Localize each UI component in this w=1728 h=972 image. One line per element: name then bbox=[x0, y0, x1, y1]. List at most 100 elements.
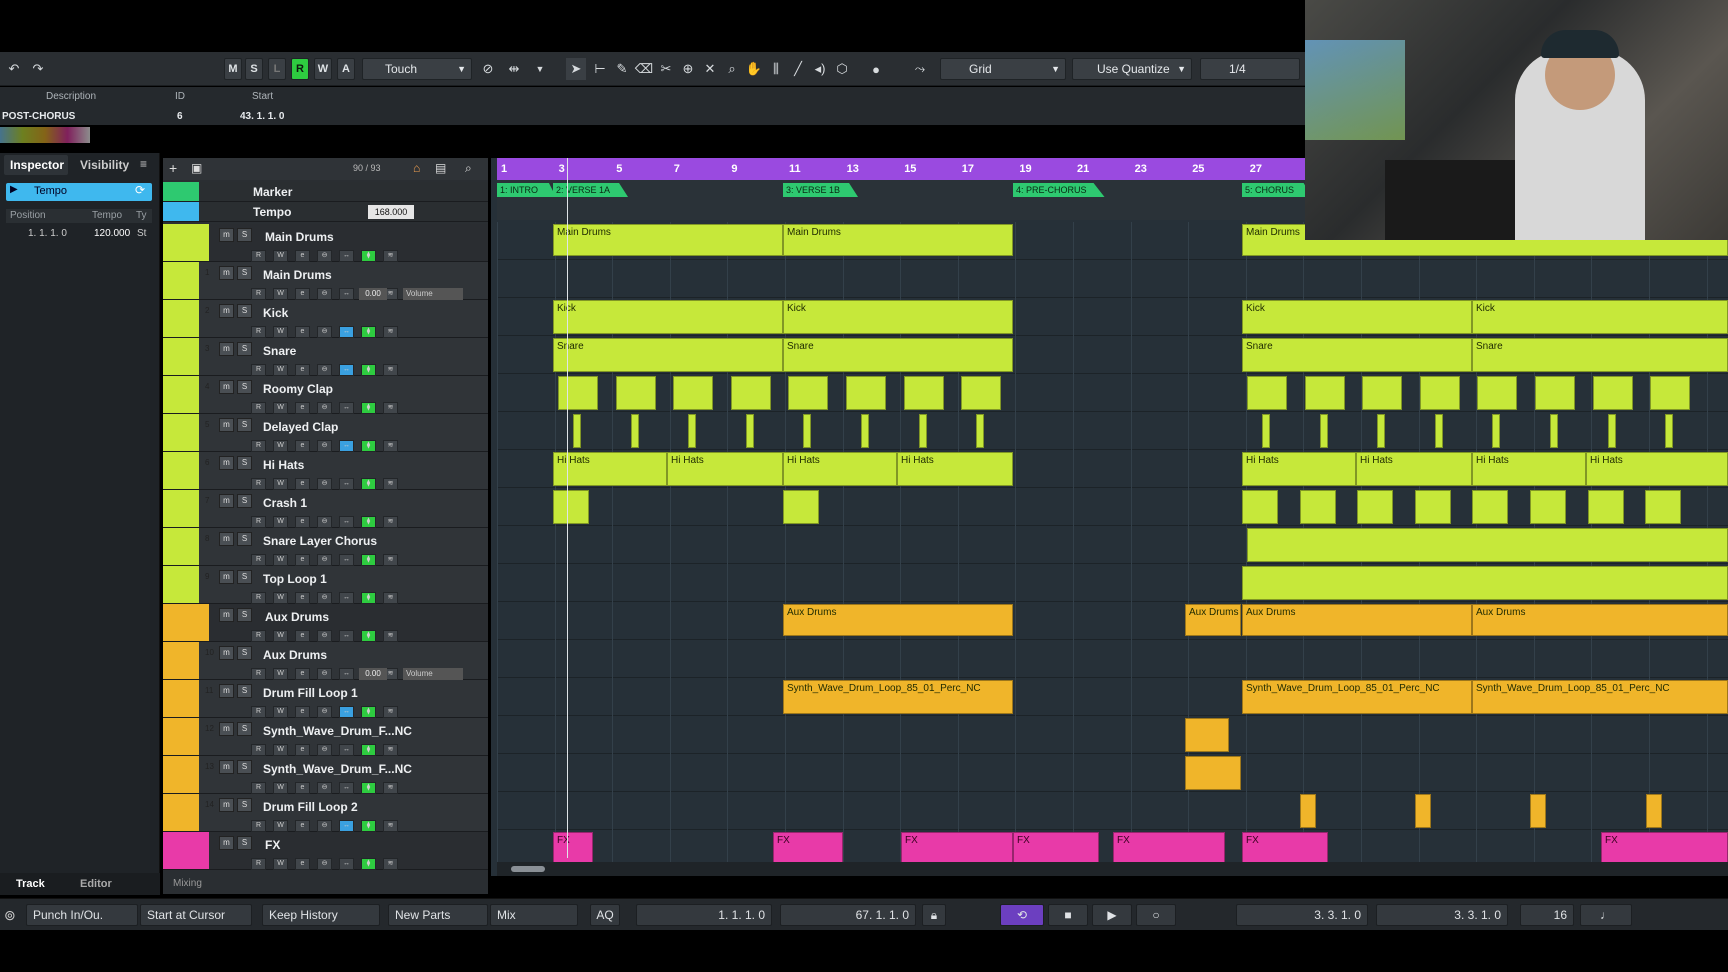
track-setting-button[interactable]: R bbox=[251, 250, 266, 262]
track-setting-button[interactable]: ⊖ bbox=[317, 668, 332, 680]
search-icon[interactable]: ⌕ bbox=[465, 161, 472, 176]
audio-event[interactable]: Hi Hats bbox=[1472, 452, 1586, 486]
track-setting-button[interactable]: ⧫ bbox=[361, 858, 376, 870]
track-solo-button[interactable]: S bbox=[237, 494, 252, 508]
comp-tool-icon[interactable]: ⫼ bbox=[766, 58, 786, 80]
audio-event[interactable] bbox=[1300, 794, 1316, 828]
audio-event[interactable] bbox=[903, 376, 944, 410]
track-name[interactable]: Drum Fill Loop 2 bbox=[263, 800, 358, 814]
track-row[interactable]: m S Main Drums R We ⊖ ↔ ⧫ ≋ bbox=[163, 224, 488, 262]
track-setting-button[interactable]: ⊖ bbox=[317, 820, 332, 832]
track-mute-button[interactable]: m bbox=[219, 494, 234, 508]
track-setting-button[interactable]: ↔ bbox=[339, 288, 354, 300]
track-setting-button[interactable]: ↔ bbox=[339, 364, 354, 376]
constrain-icon[interactable]: ⊘ bbox=[478, 58, 498, 80]
audio-event[interactable] bbox=[861, 414, 869, 448]
audio-event[interactable] bbox=[630, 414, 639, 448]
track-setting-button[interactable]: W bbox=[273, 820, 288, 832]
audio-event[interactable] bbox=[1492, 414, 1501, 448]
audio-event[interactable] bbox=[1587, 490, 1624, 524]
marker-event[interactable]: 4: PRE-CHORUS bbox=[1013, 183, 1105, 197]
audio-event[interactable] bbox=[1550, 414, 1558, 448]
track-name[interactable]: Aux Drums bbox=[265, 610, 329, 624]
folder-add-icon[interactable]: ▣ bbox=[191, 161, 202, 175]
audio-event[interactable] bbox=[961, 376, 1002, 410]
refresh-icon[interactable]: ⟳ bbox=[135, 183, 145, 197]
dropdown-icon[interactable]: ▼ bbox=[530, 58, 550, 80]
track-name[interactable]: Synth_Wave_Drum_F...NC bbox=[263, 762, 412, 776]
track-setting-button[interactable]: ⊖ bbox=[317, 288, 332, 300]
play-tool-icon[interactable]: ◂) bbox=[810, 58, 830, 80]
precount-field[interactable]: 16 bbox=[1520, 904, 1574, 926]
track-setting-button[interactable]: W bbox=[273, 706, 288, 718]
track-setting-button[interactable]: ⊖ bbox=[317, 744, 332, 756]
stop-button[interactable]: ■ bbox=[1048, 904, 1088, 926]
color-tool-icon[interactable]: ⬡ bbox=[832, 58, 852, 80]
audio-event[interactable] bbox=[803, 414, 812, 448]
audio-event[interactable]: Hi Hats bbox=[553, 452, 667, 486]
track-solo-button[interactable]: S bbox=[237, 228, 252, 242]
track-name[interactable]: Delayed Clap bbox=[263, 420, 338, 434]
undo-icon[interactable]: ↶ bbox=[4, 58, 24, 80]
audio-event[interactable] bbox=[976, 414, 985, 448]
add-track-icon[interactable]: + bbox=[169, 160, 177, 176]
audio-event[interactable]: Kick bbox=[1472, 300, 1728, 334]
track-setting-button[interactable]: ↔ bbox=[339, 516, 354, 528]
snap-type-select[interactable]: Grid ▼ bbox=[940, 58, 1066, 80]
track-setting-button[interactable]: R bbox=[251, 288, 266, 300]
punch-select[interactable]: Punch In/Ou. bbox=[26, 904, 138, 926]
track-solo-button[interactable]: S bbox=[237, 266, 252, 280]
audio-event[interactable] bbox=[1242, 566, 1728, 600]
track-setting-button[interactable]: W bbox=[273, 250, 288, 262]
right-locator[interactable]: 67. 1. 1. 0 bbox=[780, 904, 916, 926]
track-solo-button[interactable]: S bbox=[237, 722, 252, 736]
track-mute-button[interactable]: m bbox=[219, 418, 234, 432]
track-mute-button[interactable]: m bbox=[219, 608, 234, 622]
track-setting-button[interactable]: ⧫ bbox=[361, 820, 376, 832]
track-setting-button[interactable]: ⧫ bbox=[361, 402, 376, 414]
read-automation-button[interactable]: R bbox=[291, 58, 309, 80]
audio-event[interactable] bbox=[615, 376, 656, 410]
track-setting-button[interactable]: ⊖ bbox=[317, 592, 332, 604]
scrollbar-thumb[interactable] bbox=[511, 866, 545, 872]
audio-event[interactable] bbox=[730, 376, 771, 410]
track-setting-button[interactable]: W bbox=[273, 440, 288, 452]
track-setting-button[interactable]: R bbox=[251, 440, 266, 452]
track-name[interactable]: Synth_Wave_Drum_F...NC bbox=[263, 724, 412, 738]
track-setting-button[interactable]: W bbox=[273, 858, 288, 870]
track-setting-button[interactable]: W bbox=[273, 402, 288, 414]
audio-event[interactable] bbox=[1377, 414, 1386, 448]
track-setting-button[interactable]: R bbox=[251, 402, 266, 414]
track-solo-button[interactable]: S bbox=[237, 684, 252, 698]
audio-event[interactable] bbox=[1247, 376, 1287, 410]
track-mute-button[interactable]: m bbox=[219, 798, 234, 812]
audio-event[interactable] bbox=[783, 490, 819, 524]
track-mute-button[interactable]: m bbox=[219, 266, 234, 280]
track-setting-button[interactable]: ⧫ bbox=[361, 554, 376, 566]
tempo-track-header[interactable]: Tempo bbox=[6, 183, 152, 201]
audio-event[interactable] bbox=[1242, 490, 1278, 524]
track-setting-button[interactable]: ≋ bbox=[383, 706, 398, 718]
track-setting-button[interactable]: ≋ bbox=[383, 478, 398, 490]
audio-event[interactable]: Snare bbox=[783, 338, 1013, 372]
record-button[interactable]: ○ bbox=[1136, 904, 1176, 926]
track-setting-button[interactable]: W bbox=[273, 516, 288, 528]
track-mute-button[interactable]: m bbox=[219, 684, 234, 698]
audio-event[interactable]: Main Drums bbox=[783, 224, 1013, 256]
track-setting-button[interactable]: e bbox=[295, 630, 310, 642]
track-setting-button[interactable]: ⧫ bbox=[361, 478, 376, 490]
audio-event[interactable]: Snare bbox=[1472, 338, 1728, 372]
audio-event[interactable]: Snare bbox=[1242, 338, 1472, 372]
audio-event[interactable] bbox=[1472, 490, 1509, 524]
audio-event[interactable]: Synth_Wave_Drum_Loop_85_01_Perc_NC bbox=[1242, 680, 1472, 714]
audio-event[interactable] bbox=[558, 376, 598, 410]
audio-event[interactable] bbox=[1262, 414, 1270, 448]
audio-event[interactable]: Kick bbox=[1242, 300, 1472, 334]
volume-value[interactable]: 0.00 bbox=[359, 288, 387, 300]
track-setting-button[interactable]: ≋ bbox=[383, 516, 398, 528]
auto-scroll-icon[interactable]: ⇹ bbox=[504, 58, 524, 80]
track-setting-button[interactable]: ≋ bbox=[383, 820, 398, 832]
mute-tool-icon[interactable]: ✕ bbox=[700, 58, 720, 80]
track-row[interactable]: m S FX R We ⊖ ↔ ⧫ ≋ bbox=[163, 832, 488, 870]
track-row[interactable]: 1mSMain DrumsRWe⊖↔⧫≋0.00Volume bbox=[163, 262, 488, 300]
